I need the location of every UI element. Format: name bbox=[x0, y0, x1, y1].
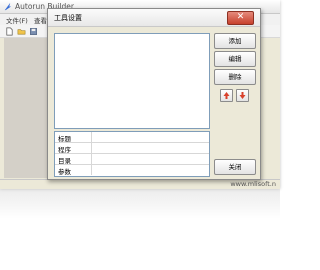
prop-value-directory[interactable] bbox=[91, 154, 210, 164]
tool-properties-grid: 标题 程序 目录 参数 bbox=[54, 131, 210, 177]
prop-row-params: 参数 bbox=[55, 165, 210, 176]
prop-label-program: 程序 bbox=[58, 146, 71, 154]
arrow-down-icon bbox=[239, 92, 246, 99]
status-bar: www.mlisoft.n bbox=[0, 179, 280, 189]
tools-listbox[interactable] bbox=[54, 33, 210, 129]
prop-row-program: 程序 bbox=[55, 143, 209, 154]
app-logo-icon bbox=[4, 2, 12, 11]
prop-label-title: 标题 bbox=[58, 135, 71, 143]
prop-row-title: 标题 bbox=[55, 132, 209, 143]
edit-button[interactable]: 编辑 bbox=[214, 51, 256, 67]
add-button[interactable]: 添加 bbox=[214, 33, 256, 49]
close-button[interactable]: 关闭 bbox=[214, 159, 256, 175]
move-up-button[interactable] bbox=[220, 89, 233, 102]
status-url: www.mlisoft.n bbox=[230, 180, 276, 188]
tool-settings-dialog: 工具设置 ✕ 添加 编辑 删除 标题 程序 目录 参数 关闭 bbox=[47, 8, 261, 180]
new-file-icon[interactable] bbox=[5, 27, 14, 36]
move-down-button[interactable] bbox=[236, 89, 249, 102]
window-reflection bbox=[0, 189, 280, 219]
save-icon[interactable] bbox=[29, 27, 38, 36]
dialog-title: 工具设置 bbox=[54, 14, 82, 22]
prop-value-title[interactable] bbox=[91, 132, 210, 142]
prop-value-params[interactable] bbox=[91, 165, 210, 175]
close-icon[interactable]: ✕ bbox=[227, 11, 254, 25]
open-folder-icon[interactable] bbox=[17, 27, 26, 36]
arrow-up-icon bbox=[223, 92, 230, 99]
prop-row-directory: 目录 bbox=[55, 154, 209, 165]
prop-label-params: 参数 bbox=[58, 168, 71, 176]
menu-view[interactable]: 查看 bbox=[34, 15, 47, 25]
dialog-titlebar: 工具设置 ✕ bbox=[48, 9, 260, 27]
prop-value-program[interactable] bbox=[91, 143, 210, 153]
menu-file[interactable]: 文件(F) bbox=[6, 15, 28, 25]
delete-button[interactable]: 删除 bbox=[214, 69, 256, 85]
prop-label-directory: 目录 bbox=[58, 157, 71, 165]
